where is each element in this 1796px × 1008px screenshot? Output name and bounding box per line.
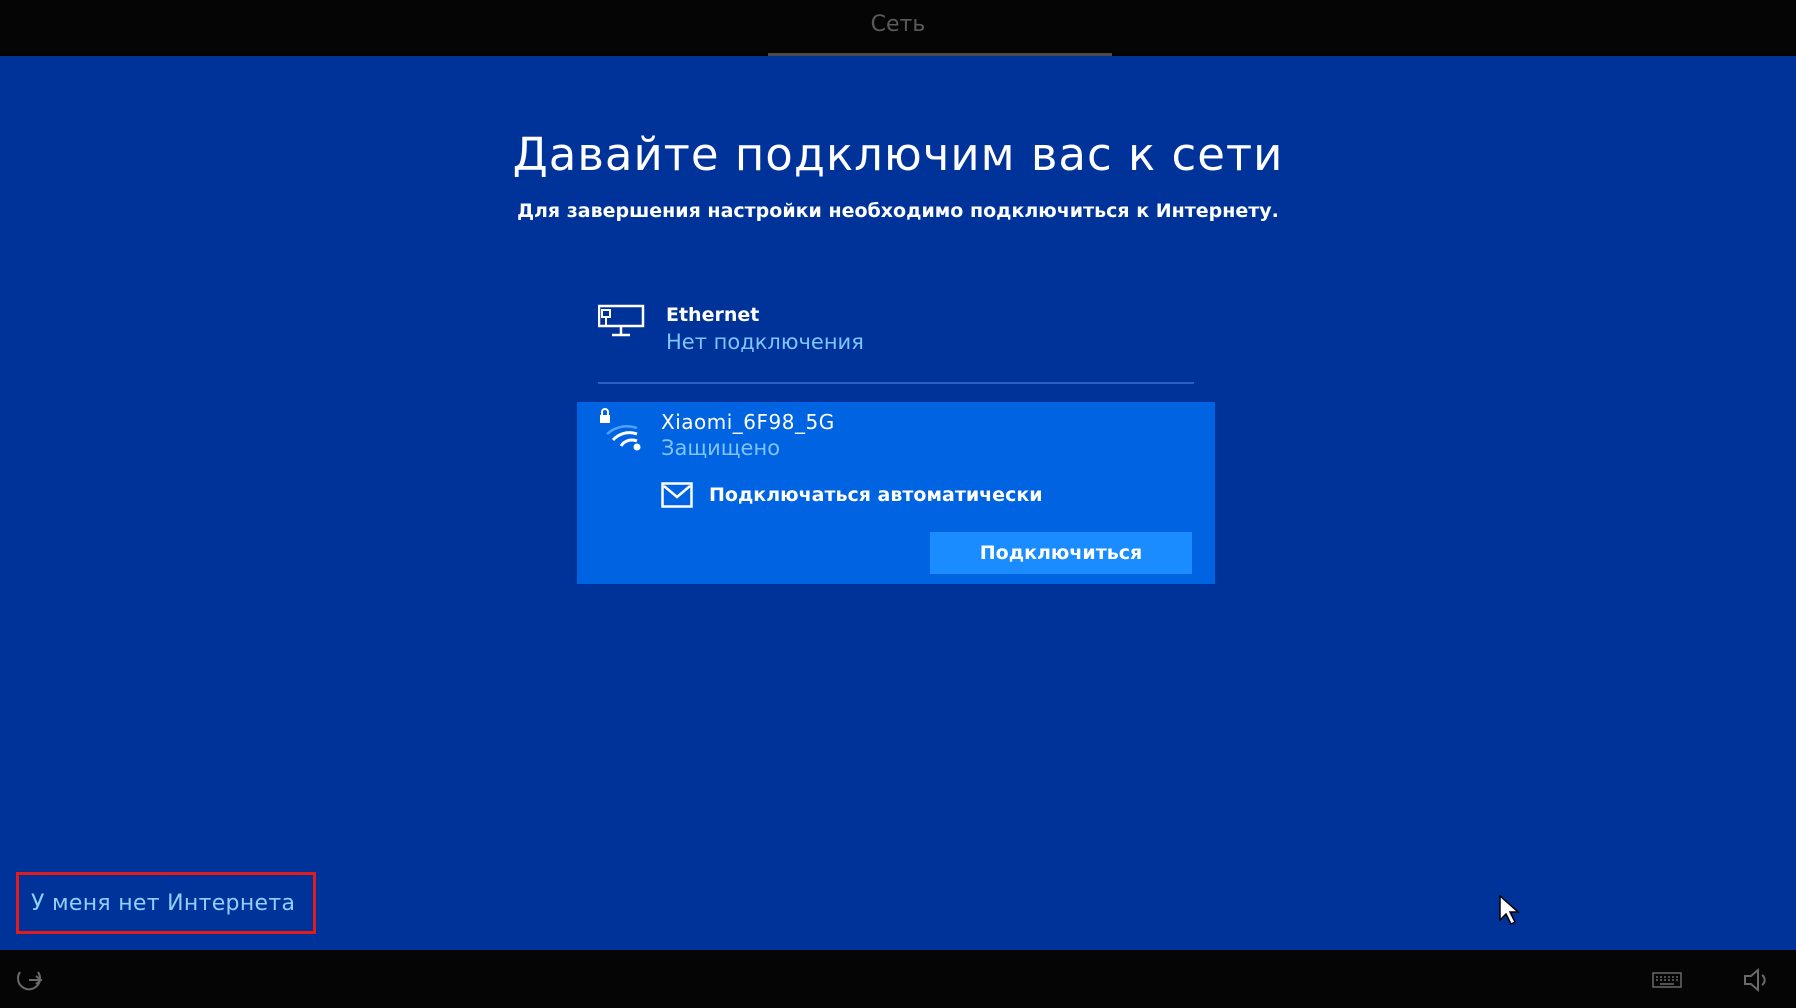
wifi-status: Защищено <box>661 436 781 460</box>
page-title: Давайте подключим вас к сети <box>512 128 1284 181</box>
keyboard-icon[interactable] <box>1652 972 1682 988</box>
wifi-name: Xiaomi_6F98_5G <box>661 410 835 434</box>
network-list: Ethernet Нет подключения Xiaomi_6F98_5G … <box>577 282 1215 584</box>
auto-connect-option[interactable]: Подключаться автоматически <box>661 480 1043 510</box>
page-subtitle: Для завершения настройки необходимо подк… <box>517 200 1279 222</box>
top-bar: Сеть <box>0 0 1796 56</box>
ethernet-status: Нет подключения <box>666 330 864 354</box>
no-internet-link-highlight[interactable]: У меня нет Интернета <box>16 872 316 934</box>
wifi-secured-icon <box>600 408 641 451</box>
main-panel: Давайте подключим вас к сети Для заверше… <box>0 56 1796 950</box>
mouse-pointer-icon <box>1499 894 1520 926</box>
no-internet-link[interactable]: У меня нет Интернета <box>31 891 295 916</box>
network-item-wifi[interactable]: Xiaomi_6F98_5G Защищено Подключаться авт… <box>577 402 1215 584</box>
bottom-bar <box>0 950 1796 1008</box>
network-item-ethernet[interactable]: Ethernet Нет подключения <box>598 282 1194 384</box>
auto-connect-checkbox[interactable] <box>661 482 693 508</box>
step-title: Сеть <box>870 12 926 37</box>
volume-icon[interactable] <box>1742 966 1772 994</box>
ethernet-icon <box>598 304 645 337</box>
auto-connect-label: Подключаться автоматически <box>709 484 1043 506</box>
connect-button[interactable]: Подключиться <box>930 532 1192 574</box>
ethernet-name: Ethernet <box>666 304 760 326</box>
ease-of-access-icon[interactable] <box>14 966 44 994</box>
